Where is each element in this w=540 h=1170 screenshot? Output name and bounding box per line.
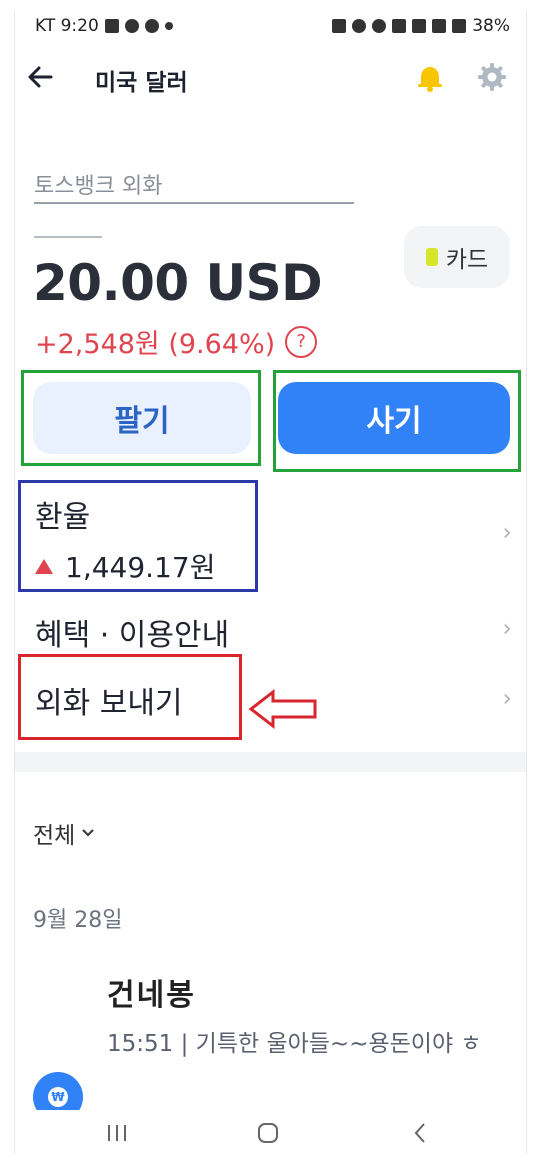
section-divider xyxy=(15,752,526,772)
gallery-icon xyxy=(104,19,119,33)
hd-icon xyxy=(432,19,447,33)
exchange-rate-text: 1,449.17원 xyxy=(65,551,216,584)
recent-apps-icon[interactable] xyxy=(107,1124,127,1142)
date-header: 9월 28일 xyxy=(33,908,123,933)
wifi-icon xyxy=(412,19,427,33)
red-pointer-arrow-icon xyxy=(248,688,317,730)
app-screen: KT 9:20 38% 미국 달러 토스뱅크 외화 카드 20.00 USD +… xyxy=(14,12,527,1154)
account-number-redacted xyxy=(34,222,102,238)
benefits-info-item[interactable]: 혜택 · 이용안내 xyxy=(35,610,229,654)
send-foreign-currency-item[interactable]: 외화 보내기 xyxy=(35,678,183,722)
card-button[interactable]: 카드 xyxy=(404,226,510,288)
back-nav-icon[interactable] xyxy=(413,1122,427,1144)
top-app-bar: 미국 달러 xyxy=(15,52,526,102)
more-notifications-icon xyxy=(164,22,173,30)
home-icon[interactable] xyxy=(257,1122,279,1144)
system-nav-bar xyxy=(15,1110,526,1154)
battery-level: 38% xyxy=(472,16,510,36)
bluetooth-icon xyxy=(372,19,387,33)
bell-icon[interactable] xyxy=(413,60,447,94)
chevron-right-icon[interactable]: › xyxy=(502,684,512,712)
page-title: 미국 달러 xyxy=(95,70,188,96)
chevron-right-icon[interactable]: › xyxy=(502,614,512,642)
back-arrow-icon[interactable] xyxy=(23,60,57,94)
profit-change-text: +2,548원 (9.64%) xyxy=(35,329,276,360)
transaction-name: 건네봉 xyxy=(107,978,196,1013)
exchange-rate-title[interactable]: 환율 xyxy=(35,492,90,536)
alarm-icon xyxy=(352,19,367,33)
transaction-memo: 15:51 | 기특한 울아들~~용돈이야 ㅎ xyxy=(107,1031,482,1057)
mute-icon xyxy=(392,19,407,33)
buy-button[interactable]: 사기 xyxy=(278,382,510,454)
profit-change: +2,548원 (9.64%) ? xyxy=(35,322,318,361)
feather-icon xyxy=(144,19,159,33)
signal-icon xyxy=(452,19,467,33)
filter-dropdown[interactable]: 전체 xyxy=(33,816,95,850)
app-notification-icon xyxy=(124,19,139,33)
card-icon xyxy=(425,248,438,266)
filter-label: 전체 xyxy=(33,823,76,849)
chevron-right-icon[interactable]: › xyxy=(502,518,512,546)
sell-button[interactable]: 팔기 xyxy=(33,382,251,454)
balance-amount: 20.00 USD xyxy=(33,254,323,312)
account-name-link[interactable]: 토스뱅크 외화 xyxy=(34,168,354,204)
battery-saver-icon xyxy=(332,19,347,33)
exchange-rate-value: 1,449.17원 xyxy=(35,546,215,586)
won-symbol: ₩ xyxy=(48,1087,68,1107)
chevron-down-icon xyxy=(82,829,95,837)
card-label: 카드 xyxy=(445,247,489,273)
status-bar: KT 9:20 38% xyxy=(15,12,526,42)
carrier-time: KT 9:20 xyxy=(35,16,99,36)
gear-icon[interactable] xyxy=(475,60,509,94)
help-icon[interactable]: ? xyxy=(285,325,318,358)
up-triangle-icon xyxy=(35,558,53,574)
